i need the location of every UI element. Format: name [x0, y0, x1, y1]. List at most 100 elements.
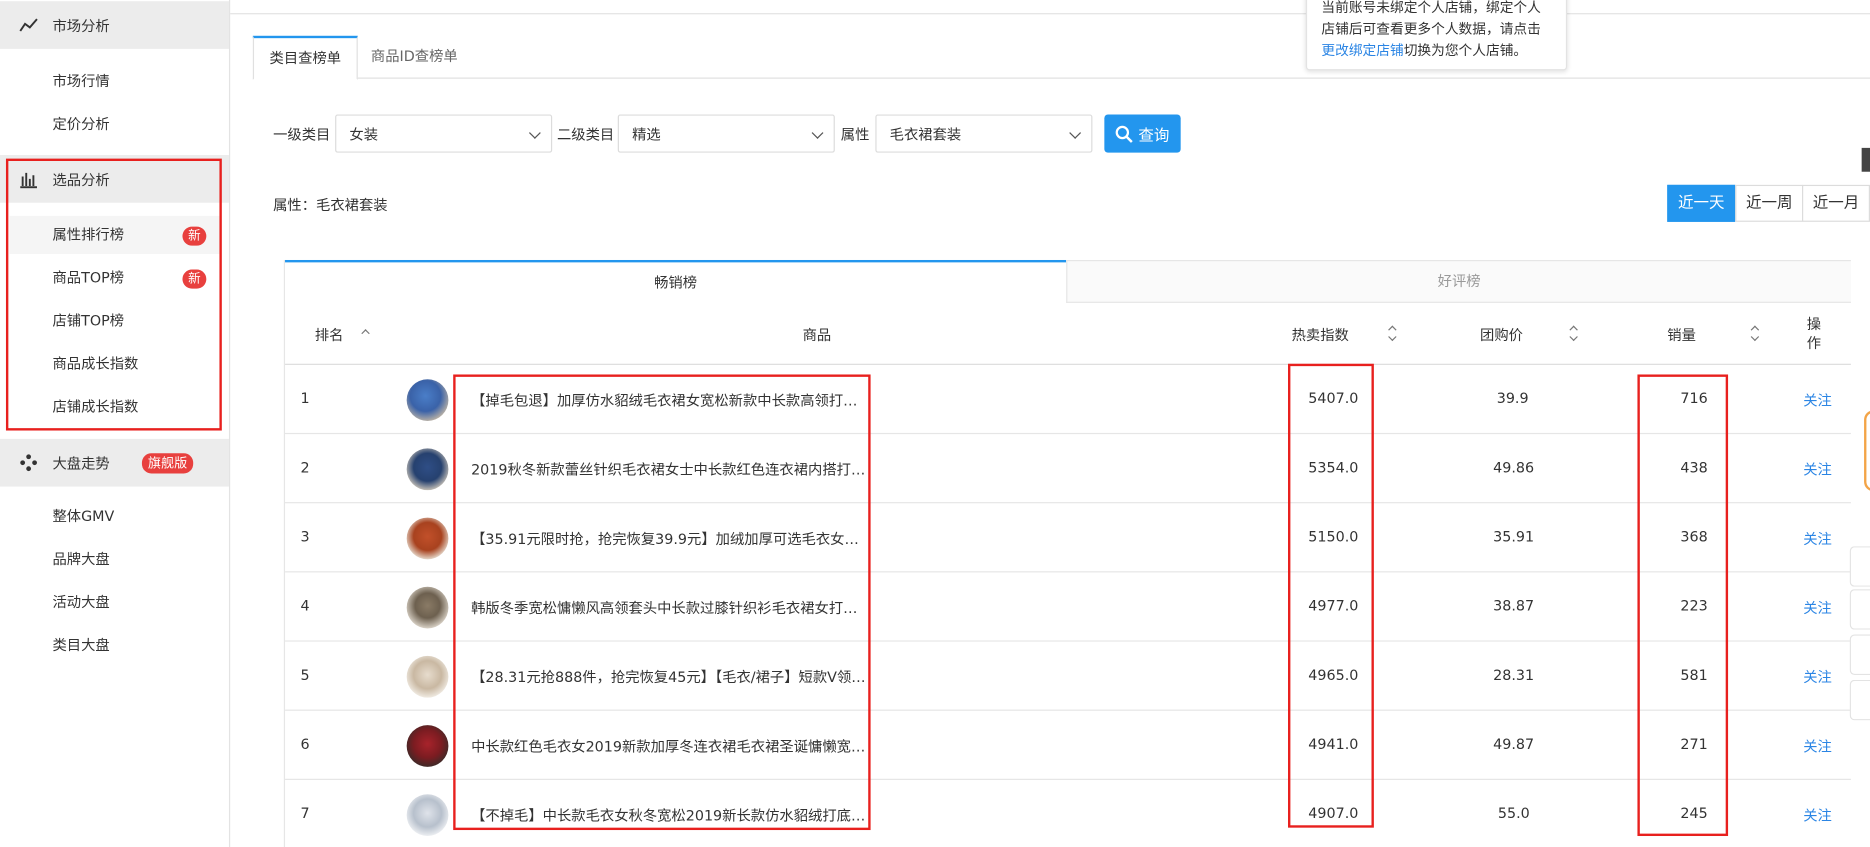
sales-cell: 368	[1680, 528, 1708, 546]
video-icon[interactable]	[1849, 634, 1870, 676]
floating-panel-edge[interactable]	[1864, 410, 1870, 492]
table-row[interactable]: 7 【不掉毛】中长款毛衣女秋冬宽松2019新长款仿水貂绒打底毛衣裙冬 4907.…	[285, 780, 1851, 847]
product-thumbnail[interactable]	[406, 725, 449, 767]
product-thumbnail[interactable]	[406, 448, 449, 491]
header-price[interactable]: 团购价	[1480, 324, 1523, 344]
product-name[interactable]: 2019秋冬新款蕾丝针织毛衣裙女士中长款红色连衣裙内搭打底衫加厚	[471, 459, 867, 479]
sales-cell: 581	[1680, 666, 1708, 684]
sidebar-item-store-growth[interactable]: 店铺成长指数	[52, 396, 138, 416]
chevron-down-icon	[528, 127, 541, 139]
search-icon	[1116, 125, 1134, 143]
hot-index-cell: 4977.0	[1308, 597, 1359, 615]
period-week-button[interactable]: 近一周	[1735, 184, 1804, 222]
cat2-select[interactable]: 精选	[617, 114, 835, 153]
popover-line: 当前账号未绑定个人店铺，绑定个人	[1321, 0, 1541, 16]
price-cell: 35.91	[1493, 528, 1535, 546]
product-name[interactable]: 【35.91元限时抢，抢完恢复39.9元】加绒加厚可选毛衣女宽松中长款…	[471, 528, 867, 548]
table-row[interactable]: 3 【35.91元限时抢，抢完恢复39.9元】加绒加厚可选毛衣女宽松中长款… 5…	[285, 503, 1851, 573]
table-row[interactable]: 1 【掉毛包退】加厚仿水貂绒毛衣裙女宽松新款中长款高领打底针织衫 5407.0 …	[285, 365, 1851, 435]
follow-link[interactable]: 关注	[1803, 667, 1832, 687]
sidebar-item-pricing[interactable]: 定价分析	[52, 113, 109, 133]
rank-cell: 4	[300, 597, 310, 615]
follow-link[interactable]: 关注	[1803, 736, 1832, 756]
header-hot-index[interactable]: 热卖指数	[1292, 324, 1349, 344]
cat1-value: 女装	[349, 126, 379, 144]
edit-icon[interactable]	[1849, 589, 1870, 630]
hot-index-cell: 4907.0	[1308, 805, 1359, 822]
product-thumbnail[interactable]	[406, 655, 449, 698]
home-icon[interactable]	[1849, 679, 1870, 721]
hot-index-cell: 5150.0	[1308, 528, 1359, 546]
hot-index-cell: 5354.0	[1308, 459, 1359, 476]
tab-category-rank[interactable]: 类目查榜单	[252, 35, 358, 80]
sort-icon[interactable]	[1751, 326, 1761, 343]
attr-select[interactable]: 毛衣裙套装	[875, 114, 1093, 153]
period-day-button[interactable]: 近一天	[1667, 184, 1736, 222]
product-thumbnail[interactable]	[406, 379, 449, 421]
sidebar-section-label: 市场分析	[52, 17, 110, 34]
sort-icon[interactable]	[1569, 326, 1579, 343]
product-thumbnail[interactable]	[406, 586, 449, 629]
new-badge: 新	[182, 269, 207, 289]
follow-link[interactable]: 关注	[1803, 459, 1832, 479]
hot-index-cell: 5407.0	[1308, 389, 1359, 407]
ranking-table: 畅销榜 好评榜 排名 商品 热卖指数 团购价 销量 操作 1 【掉毛包退】加厚仿…	[283, 259, 1851, 847]
follow-link[interactable]: 关注	[1803, 390, 1832, 410]
table-row[interactable]: 5 【28.31元抢888件，抢完恢复45元】【毛衣/裙子】短款V领针织衫女… …	[285, 642, 1851, 711]
header-sales[interactable]: 销量	[1667, 324, 1696, 344]
sidebar-item-product-top[interactable]: 商品TOP榜	[52, 267, 124, 287]
cat2-value: 精选	[632, 126, 661, 144]
product-name[interactable]: 【掉毛包退】加厚仿水貂绒毛衣裙女宽松新款中长款高领打底针织衫	[471, 390, 867, 410]
price-cell: 49.86	[1493, 459, 1535, 476]
sidebar-item-store-top[interactable]: 店铺TOP榜	[52, 310, 124, 330]
sidebar-item-gmv[interactable]: 整体GMV	[52, 506, 114, 526]
header-rank[interactable]: 排名	[315, 324, 344, 344]
sort-up-icon[interactable]	[361, 329, 371, 346]
rank-cell: 5	[300, 666, 310, 684]
sidebar-item-brand[interactable]: 品牌大盘	[52, 549, 109, 569]
follow-link[interactable]: 关注	[1803, 528, 1832, 548]
rank-cell: 1	[300, 389, 310, 407]
sort-icon[interactable]	[1388, 326, 1398, 343]
product-name[interactable]: 中长款红色毛衣女2019新款加厚冬连衣裙毛衣裙圣诞慵懒宽松外穿潮	[471, 736, 867, 756]
sidebar-section-overview[interactable]: 大盘走势	[0, 438, 229, 487]
hot-index-cell: 4941.0	[1308, 735, 1359, 753]
tab-top-rated[interactable]: 好评榜	[1066, 259, 1851, 303]
sidebar-section-label: 大盘走势	[52, 454, 110, 472]
bar-chart-icon	[20, 172, 37, 189]
attr-label: 属性	[840, 126, 870, 144]
product-thumbnail[interactable]	[406, 517, 449, 560]
product-name[interactable]: 【不掉毛】中长款毛衣女秋冬宽松2019新长款仿水貂绒打底毛衣裙冬	[471, 805, 867, 825]
rank-cell: 3	[300, 528, 310, 546]
query-button[interactable]: 查询	[1104, 114, 1181, 153]
sales-cell: 223	[1680, 597, 1708, 615]
attr-value: 毛衣裙套装	[889, 126, 962, 144]
table-row[interactable]: 6 中长款红色毛衣女2019新款加厚冬连衣裙毛衣裙圣诞慵懒宽松外穿潮 4941.…	[285, 711, 1851, 780]
tab-bestseller[interactable]: 畅销榜	[285, 259, 1067, 303]
hot-index-cell: 4965.0	[1308, 666, 1359, 684]
table-row[interactable]: 4 韩版冬季宽松慵懒风高领套头中长款过膝针织衫毛衣裙女打底衫加厚 4977.0 …	[285, 572, 1851, 642]
bind-store-popover: 当前账号未绑定个人店铺，绑定个人 店铺后可查看更多个人数据，请点击 更改绑定店铺…	[1305, 0, 1568, 71]
sidebar-section-label: 选品分析	[52, 171, 110, 188]
tab-product-id-rank[interactable]: 商品ID查榜单	[355, 36, 473, 79]
cat1-select[interactable]: 女装	[335, 114, 553, 153]
table-row[interactable]: 2 2019秋冬新款蕾丝针织毛衣裙女士中长款红色连衣裙内搭打底衫加厚 5354.…	[285, 434, 1851, 504]
product-name[interactable]: 韩版冬季宽松慵懒风高领套头中长款过膝针织衫毛衣裙女打底衫加厚	[471, 597, 867, 617]
sidebar-item-product-growth[interactable]: 商品成长指数	[52, 353, 138, 373]
follow-link[interactable]: 关注	[1803, 597, 1832, 617]
sidebar-item-attribute-rank[interactable]: 属性排行榜	[52, 224, 124, 244]
chat-icon[interactable]	[1849, 546, 1870, 587]
sidebar-item-activity[interactable]: 活动大盘	[52, 592, 109, 612]
price-cell: 38.87	[1493, 597, 1535, 615]
sidebar-section-market[interactable]: 市场分析	[0, 1, 229, 49]
top-bar	[230, 0, 1870, 15]
period-month-button[interactable]: 近一月	[1802, 184, 1870, 222]
change-store-link[interactable]: 更改绑定店铺	[1321, 42, 1403, 59]
follow-link[interactable]: 关注	[1803, 805, 1832, 825]
sidebar-item-category[interactable]: 类目大盘	[52, 634, 109, 654]
sidebar-item-market-trend[interactable]: 市场行情	[52, 70, 109, 90]
product-thumbnail[interactable]	[406, 794, 449, 837]
sidebar-section-selection[interactable]: 选品分析	[0, 155, 229, 203]
app-window: 市场分析 市场行情 定价分析 选品分析 属性排行榜 新 商品TOP榜 新 店铺T…	[0, 0, 1870, 847]
product-name[interactable]: 【28.31元抢888件，抢完恢复45元】【毛衣/裙子】短款V领针织衫女…	[471, 667, 867, 687]
